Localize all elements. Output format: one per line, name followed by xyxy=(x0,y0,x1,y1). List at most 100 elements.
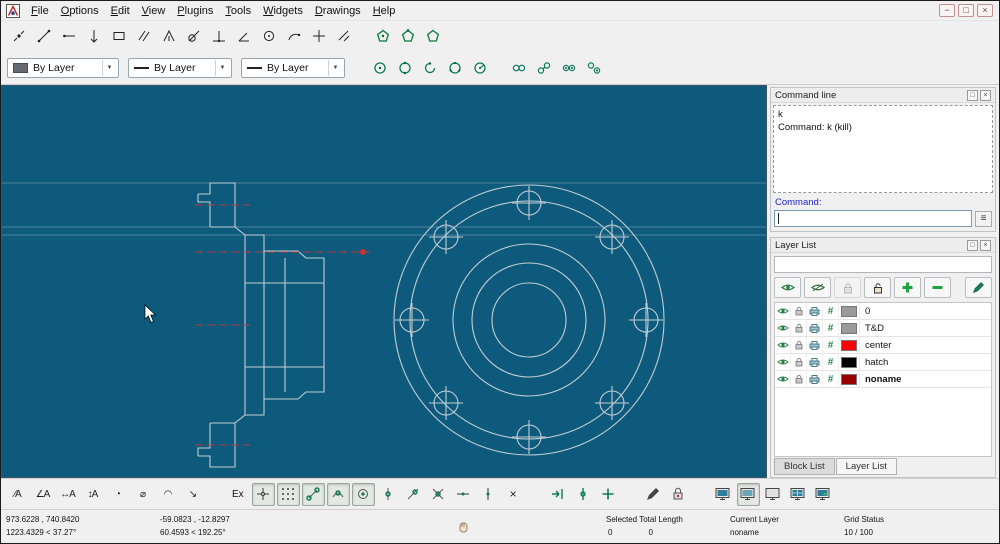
layer-row[interactable]: # hatch xyxy=(775,354,991,371)
layer-visible-icon[interactable] xyxy=(776,306,789,316)
layer-visible-icon[interactable] xyxy=(776,323,789,333)
snap-intersection-button[interactable] xyxy=(427,483,450,506)
menu-options[interactable]: Options xyxy=(55,4,105,18)
set-relative-zero-button[interactable] xyxy=(547,483,570,506)
circle-center-point-button[interactable] xyxy=(368,56,391,79)
circle-tangent-2-button[interactable] xyxy=(532,56,555,79)
layer-name[interactable]: center xyxy=(860,340,991,351)
draw-line-button[interactable] xyxy=(32,25,55,48)
snap-grid-button[interactable] xyxy=(276,482,300,506)
layer-visible-icon[interactable] xyxy=(776,374,789,384)
dock-float-icon[interactable]: □ xyxy=(967,239,978,251)
dim-horizontal-button[interactable]: ↔A xyxy=(56,483,79,506)
modify-layer-button[interactable] xyxy=(965,277,992,298)
layer-lock-icon[interactable] xyxy=(794,340,804,350)
tab-block-list[interactable]: Block List xyxy=(774,458,835,475)
menu-help[interactable]: Help xyxy=(367,4,402,18)
menu-plugins[interactable]: Plugins xyxy=(171,4,219,18)
remove-layer-button[interactable] xyxy=(924,277,951,298)
layer-name[interactable]: T&D xyxy=(860,323,991,334)
screen-2-button[interactable] xyxy=(736,482,760,506)
layer-construction-icon[interactable]: # xyxy=(823,303,839,319)
screen-3-button[interactable] xyxy=(762,483,785,506)
snap-endpoint-button[interactable] xyxy=(301,482,325,506)
layer-lock-icon[interactable] xyxy=(794,306,804,316)
draw-tangent-button[interactable] xyxy=(182,25,205,48)
update-dimensions-button[interactable] xyxy=(597,483,620,506)
pen-lock-button[interactable] xyxy=(667,483,690,506)
dim-linear-button[interactable]: ∠A xyxy=(31,483,54,506)
menu-drawings[interactable]: Drawings xyxy=(309,4,367,18)
close-button[interactable]: × xyxy=(977,4,993,17)
lock-all-layers-button[interactable] xyxy=(834,277,861,298)
layer-color-swatch[interactable] xyxy=(841,373,857,385)
draw-cross-button[interactable] xyxy=(307,25,330,48)
draw-orthogonal-button[interactable] xyxy=(207,25,230,48)
snap-exclusive-button[interactable]: Ex xyxy=(226,484,250,505)
polygon-center-corner-button[interactable] xyxy=(371,25,394,48)
polygon-center-vertex-button[interactable] xyxy=(396,25,419,48)
circle-inscribed-button[interactable] xyxy=(582,56,605,79)
layer-color-swatch[interactable] xyxy=(841,322,857,334)
arc-center-point-button[interactable] xyxy=(418,56,441,79)
pen-pick-button[interactable] xyxy=(642,483,665,506)
draw-rectangle-button[interactable] xyxy=(107,25,130,48)
circle-concentric-button[interactable] xyxy=(507,56,530,79)
restrict-horizontal-button[interactable] xyxy=(452,483,475,506)
menu-file[interactable]: File xyxy=(25,4,55,18)
dim-radial-button[interactable]: ◔ xyxy=(106,483,129,506)
command-history[interactable]: k Command: k (kill) xyxy=(773,105,993,193)
dock-close-icon[interactable]: × xyxy=(980,89,991,101)
layer-lock-icon[interactable] xyxy=(794,374,804,384)
draw-arc-button[interactable] xyxy=(282,25,305,48)
draw-trim-button[interactable] xyxy=(332,25,355,48)
layer-row[interactable]: # center xyxy=(775,337,991,354)
draw-point-button[interactable] xyxy=(7,25,30,48)
screen-5-button[interactable] xyxy=(812,483,835,506)
layer-color-swatch[interactable] xyxy=(841,356,857,368)
circle-3-points-button[interactable] xyxy=(443,56,466,79)
restrict-vertical-button[interactable] xyxy=(477,483,500,506)
menu-view[interactable]: View xyxy=(136,4,172,18)
command-options-icon[interactable]: ≡ xyxy=(975,210,992,227)
lock-relative-zero-button[interactable] xyxy=(572,483,595,506)
layer-print-icon[interactable] xyxy=(809,357,820,367)
menu-edit[interactable]: Edit xyxy=(105,4,136,18)
layer-construction-icon[interactable]: # xyxy=(823,337,839,353)
draw-vertical-line-button[interactable] xyxy=(82,25,105,48)
drawing-canvas[interactable] xyxy=(1,85,767,478)
layer-row[interactable]: # T&D xyxy=(775,320,991,337)
layer-print-icon[interactable] xyxy=(809,306,820,316)
restore-button[interactable]: □ xyxy=(958,4,974,17)
menu-widgets[interactable]: Widgets xyxy=(257,4,309,18)
pen-color-combo[interactable]: By Layer ▼ xyxy=(7,57,119,78)
snap-on-entity-button[interactable] xyxy=(326,482,350,506)
layer-construction-icon[interactable]: # xyxy=(823,371,839,387)
dim-angular-button[interactable]: ◠ xyxy=(156,483,179,506)
layer-name[interactable]: noname xyxy=(860,374,991,385)
screen-1-button[interactable] xyxy=(712,483,735,506)
snap-distance-button[interactable] xyxy=(402,483,425,506)
screen-4-button[interactable] xyxy=(787,483,810,506)
layer-row-current[interactable]: # noname xyxy=(775,371,991,388)
layer-lock-icon[interactable] xyxy=(794,323,804,333)
layer-name[interactable]: 0 xyxy=(860,306,991,317)
dim-vertical-button[interactable]: ↕A xyxy=(81,483,104,506)
draw-ray-button[interactable] xyxy=(57,25,80,48)
polygon-side-button[interactable] xyxy=(421,25,444,48)
layer-print-icon[interactable] xyxy=(809,374,820,384)
layer-filter-input[interactable] xyxy=(774,256,992,273)
layer-visible-icon[interactable] xyxy=(776,357,789,367)
add-layer-button[interactable] xyxy=(894,277,921,298)
draw-bisector-button[interactable] xyxy=(157,25,180,48)
dim-aligned-button[interactable]: ∕A xyxy=(6,483,29,506)
layer-visible-icon[interactable] xyxy=(776,340,789,350)
dock-close-icon[interactable]: × xyxy=(980,239,991,251)
layer-color-swatch[interactable] xyxy=(841,305,857,317)
snap-free-button[interactable] xyxy=(251,482,275,506)
layer-lock-icon[interactable] xyxy=(794,357,804,367)
minimize-button[interactable]: − xyxy=(939,4,955,17)
show-all-layers-button[interactable] xyxy=(774,277,801,298)
hide-all-layers-button[interactable] xyxy=(804,277,831,298)
tab-layer-list[interactable]: Layer List xyxy=(835,458,897,475)
